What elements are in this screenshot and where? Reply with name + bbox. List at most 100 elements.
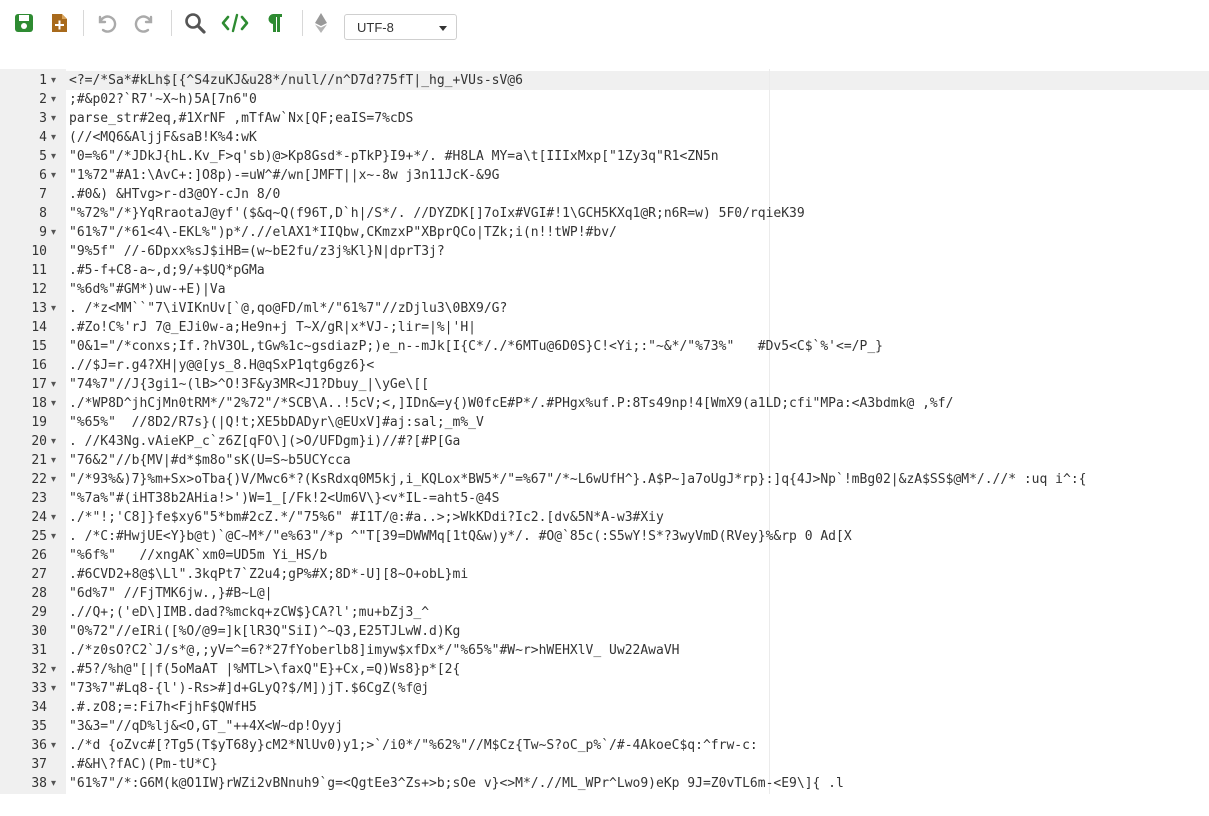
code-text: .#&H\?fAC)(Pm-tU*C}	[69, 757, 218, 772]
code-text: "1%72"#A1:\AvC+:]O8p)-=uW^#/wn[JMFT||x~-…	[69, 168, 500, 183]
fold-toggle-icon[interactable]: ▾	[51, 432, 56, 451]
code-line[interactable]: 15 "0&1="/*conxs;If.?hV3OL,tGw%1c~gsdiazP…	[0, 337, 1209, 356]
code-line[interactable]: 32 ▾ .#5?/%h@"[|f(5oMaAT |%MTL>\faxQ"E}+Cx…	[0, 660, 1209, 679]
code-line[interactable]: 11 .#5-f+C8-a~,d;9/+$UQ*pGMa	[0, 261, 1209, 280]
new-file-icon[interactable]	[44, 8, 74, 38]
code-line[interactable]: 35 "3&3="//qD%lj&<O,GT_"++4X<W~dp!Oyyj	[0, 717, 1209, 736]
code-line[interactable]: 18 ▾ ./*WP8D^jhCjMn0tRM*/"2%72"/*SCB\A..!5…	[0, 394, 1209, 413]
code-line[interactable]: 29 .//Q+;('eD\]IMB.dad?%mckq+zCW$}CA?l';m…	[0, 603, 1209, 622]
fold-toggle-icon[interactable]: ▾	[51, 394, 56, 413]
fold-toggle-icon[interactable]: ▾	[51, 90, 56, 109]
fold-toggle-icon[interactable]: ▾	[51, 470, 56, 489]
line-number: 28	[31, 586, 47, 601]
line-number: 16	[31, 358, 47, 373]
line-number: 35	[31, 719, 47, 734]
code-line[interactable]: 10 "9%5f" //-6Dpxx%sJ$iHB=(w~bE2fu/z3j%Kl…	[0, 242, 1209, 261]
code-icon[interactable]	[220, 8, 250, 38]
redo-icon[interactable]	[130, 8, 160, 38]
code-line[interactable]: 9 ▾ "61%7"/*61<4\-EKL%")p*/.//elAX1*IIQbw,…	[0, 223, 1209, 242]
line-number: 33	[31, 681, 47, 696]
code-text: "76&2"//b{MV|#d*$m8o"sK(U=S~b5UCYcca	[69, 453, 351, 468]
encoding-select[interactable]: UTF-8	[344, 14, 457, 40]
code-text: "%65%" //8D2/R7s}(|Q!t;XE5bDADyr\@EUxV]#…	[69, 415, 484, 430]
code-text: .#Zo!C%'rJ 7@_EJi0w-a;He9n+j T~X/gR|x*VJ…	[69, 320, 476, 335]
code-line[interactable]: 26 "%6f%" //xngAK`xm0=UD5m Yi_HS/b	[0, 546, 1209, 565]
code-line[interactable]: 12 "%6d%"#GM*)uw-+E)|Va	[0, 280, 1209, 299]
code-text: "3&3="//qD%lj&<O,GT_"++4X<W~dp!Oyyj	[69, 719, 343, 734]
code-line[interactable]: 5 ▾ "0=%6"/*JDkJ{hL.Kv_F>q'sb)@>Kp8Gsd*-pT…	[0, 147, 1209, 166]
fold-toggle-icon[interactable]: ▾	[51, 223, 56, 242]
fold-toggle-icon[interactable]: ▾	[51, 527, 56, 546]
line-number: 32	[31, 662, 47, 677]
code-line[interactable]: 27 .#6CVD2+8@$\Ll".3kqPt7`Z2u4;gP%#X;8D*-…	[0, 565, 1209, 584]
fold-toggle-icon[interactable]: ▾	[51, 660, 56, 679]
toolbar-separator	[302, 10, 303, 36]
fold-toggle-icon[interactable]: ▾	[51, 299, 56, 318]
line-number: 38	[31, 776, 47, 791]
fold-toggle-icon[interactable]: ▾	[51, 147, 56, 166]
code-line[interactable]: 37 .#&H\?fAC)(Pm-tU*C}	[0, 755, 1209, 774]
line-number: 31	[31, 643, 47, 658]
fold-toggle-icon[interactable]: ▾	[51, 679, 56, 698]
toolbar: UTF-8	[0, 0, 1209, 52]
code-line[interactable]: 33 ▾ "73%7"#Lq8-{l')-Rs>#]d+GLyQ?$/M])jT.$…	[0, 679, 1209, 698]
code-text: . /*z<MM``"7\iVIKnUv[`@,qo@FD/ml*/"61%7"…	[69, 301, 508, 316]
line-number: 18	[31, 396, 47, 411]
code-line[interactable]: 23 "%7a%"#(iHT38b2AHia!>')W=1_[/Fk!2<Um6V…	[0, 489, 1209, 508]
code-line[interactable]: 36 ▾ ./*d {oZvc#[?Tg5(T$yT68y}cM2*NlUv0)y1…	[0, 736, 1209, 755]
undo-icon[interactable]	[91, 8, 121, 38]
code-line[interactable]: 34 .#.zO8;=:Fi7h<FjhF$QWfH5	[0, 698, 1209, 717]
encoding-value: UTF-8	[357, 19, 394, 35]
code-line[interactable]: 28 "6d%7" //FjTMK6jw.,}#B~L@|	[0, 584, 1209, 603]
line-number: 24	[31, 510, 47, 525]
code-text: "/*93%&)7}%m+Sx>oTba{)V/Mwc6*?(KsRdxq0M5…	[69, 472, 1087, 487]
code-line[interactable]: 20 ▾ . //K43Ng.vAieKP_c`z6Z[qFO\](>O/UFDgm…	[0, 432, 1209, 451]
fold-toggle-icon[interactable]: ▾	[51, 71, 56, 90]
line-number: 22	[31, 472, 47, 487]
code-text: "0&1="/*conxs;If.?hV3OL,tGw%1c~gsdiazP;)…	[69, 339, 883, 354]
code-text: "%72%"/*}YqRraotaJ@yf'($&q~Q(f96T,D`h|/S…	[69, 206, 805, 221]
fold-toggle-icon[interactable]: ▾	[51, 774, 56, 793]
fold-toggle-icon[interactable]: ▾	[51, 128, 56, 147]
code-text: "73%7"#Lq8-{l')-Rs>#]d+GLyQ?$/M])jT.$6Cg…	[69, 681, 430, 696]
fold-toggle-icon[interactable]: ▾	[51, 375, 56, 394]
code-line[interactable]: 25 ▾ . /*C:#HwjUE<Y}b@t)`@C~M*/"e%63"/*p ^…	[0, 527, 1209, 546]
line-number: 20	[31, 434, 47, 449]
line-number: 5	[39, 149, 47, 164]
code-line[interactable]: 13 ▾ . /*z<MM``"7\iVIKnUv[`@,qo@FD/ml*/"61…	[0, 299, 1209, 318]
code-line[interactable]: 31 ./*z0sO?C2`J/s*@,;yV=^=6?*27fYoberlb8]…	[0, 641, 1209, 660]
code-line[interactable]: 4 ▾ (//<MQ6&AljjF&saB!K%4:wK	[0, 128, 1209, 147]
code-editor[interactable]: 1 ▾ <?=/*Sa*#kLh$[{^S4zuKJ&u28*/null//n^D7…	[0, 69, 1209, 794]
fold-toggle-icon[interactable]: ▾	[51, 451, 56, 470]
code-line[interactable]: 8 "%72%"/*}YqRraotaJ@yf'($&q~Q(f96T,D`h|/…	[0, 204, 1209, 223]
fold-toggle-icon[interactable]: ▾	[51, 736, 56, 755]
code-line[interactable]: 38 ▾ "61%7"/*:G6M(k@O1IW}rWZi2vBNnuh9`g=<Q…	[0, 774, 1209, 793]
code-line[interactable]: 7 .#0&) &HTvg>r-d3@OY-cJn 8/0	[0, 185, 1209, 204]
line-number: 23	[31, 491, 47, 506]
code-text: .//$J=r.g4?XH|y@@[ys_8.H@qSxP1qtg6gz6}<	[69, 358, 375, 373]
code-line[interactable]: 2 ▾ ;#&p02?`R7'~X~h)5A[7n6"0	[0, 90, 1209, 109]
code-text: ./*d {oZvc#[?Tg5(T$yT68y}cM2*NlUv0)y1;>`…	[69, 738, 758, 753]
code-line[interactable]: 22 ▾ "/*93%&)7}%m+Sx>oTba{)V/Mwc6*?(KsRdxq…	[0, 470, 1209, 489]
code-line[interactable]: 16 .//$J=r.g4?XH|y@@[ys_8.H@qSxP1qtg6gz6}…	[0, 356, 1209, 375]
code-line[interactable]: 6 ▾ "1%72"#A1:\AvC+:]O8p)-=uW^#/wn[JMFT||x…	[0, 166, 1209, 185]
code-line[interactable]: 24 ▾ ./*"!;'C8]}fe$xy6"5*bm#2cZ.*/"75%6" #…	[0, 508, 1209, 527]
fold-toggle-icon[interactable]: ▾	[51, 166, 56, 185]
pilcrow-icon[interactable]	[260, 8, 290, 38]
code-text: . //K43Ng.vAieKP_c`z6Z[qFO\](>O/UFDgm}i)…	[69, 434, 461, 449]
code-text: "%7a%"#(iHT38b2AHia!>')W=1_[/Fk!2<Um6V\}…	[69, 491, 500, 506]
fold-toggle-icon[interactable]: ▾	[51, 508, 56, 527]
code-line[interactable]: 21 ▾ "76&2"//b{MV|#d*$m8o"sK(U=S~b5UCYcca	[0, 451, 1209, 470]
code-line[interactable]: 1 ▾ <?=/*Sa*#kLh$[{^S4zuKJ&u28*/null//n^D7…	[0, 71, 1209, 90]
ethereum-icon[interactable]	[306, 8, 336, 38]
line-number: 27	[31, 567, 47, 582]
code-line[interactable]: 14 .#Zo!C%'rJ 7@_EJi0w-a;He9n+j T~X/gR|x*…	[0, 318, 1209, 337]
fold-toggle-icon[interactable]: ▾	[51, 109, 56, 128]
code-line[interactable]: 19 "%65%" //8D2/R7s}(|Q!t;XE5bDADyr\@EUxV…	[0, 413, 1209, 432]
code-line[interactable]: 3 ▾ parse_str#2eq,#1XrNF ,mTfAw`Nx[QF;eaIS…	[0, 109, 1209, 128]
save-icon[interactable]	[9, 8, 39, 38]
code-line[interactable]: 30 "0%72"//eIRi([%O/@9=]k[lR3Q"SiI)^~Q3,E…	[0, 622, 1209, 641]
code-text: "0=%6"/*JDkJ{hL.Kv_F>q'sb)@>Kp8Gsd*-pTkP…	[69, 149, 719, 164]
code-line[interactable]: 17 ▾ "74%7"//J{3gi1~(lB>^O!3F&y3MR<J1?Dbuy…	[0, 375, 1209, 394]
search-icon[interactable]	[180, 8, 210, 38]
